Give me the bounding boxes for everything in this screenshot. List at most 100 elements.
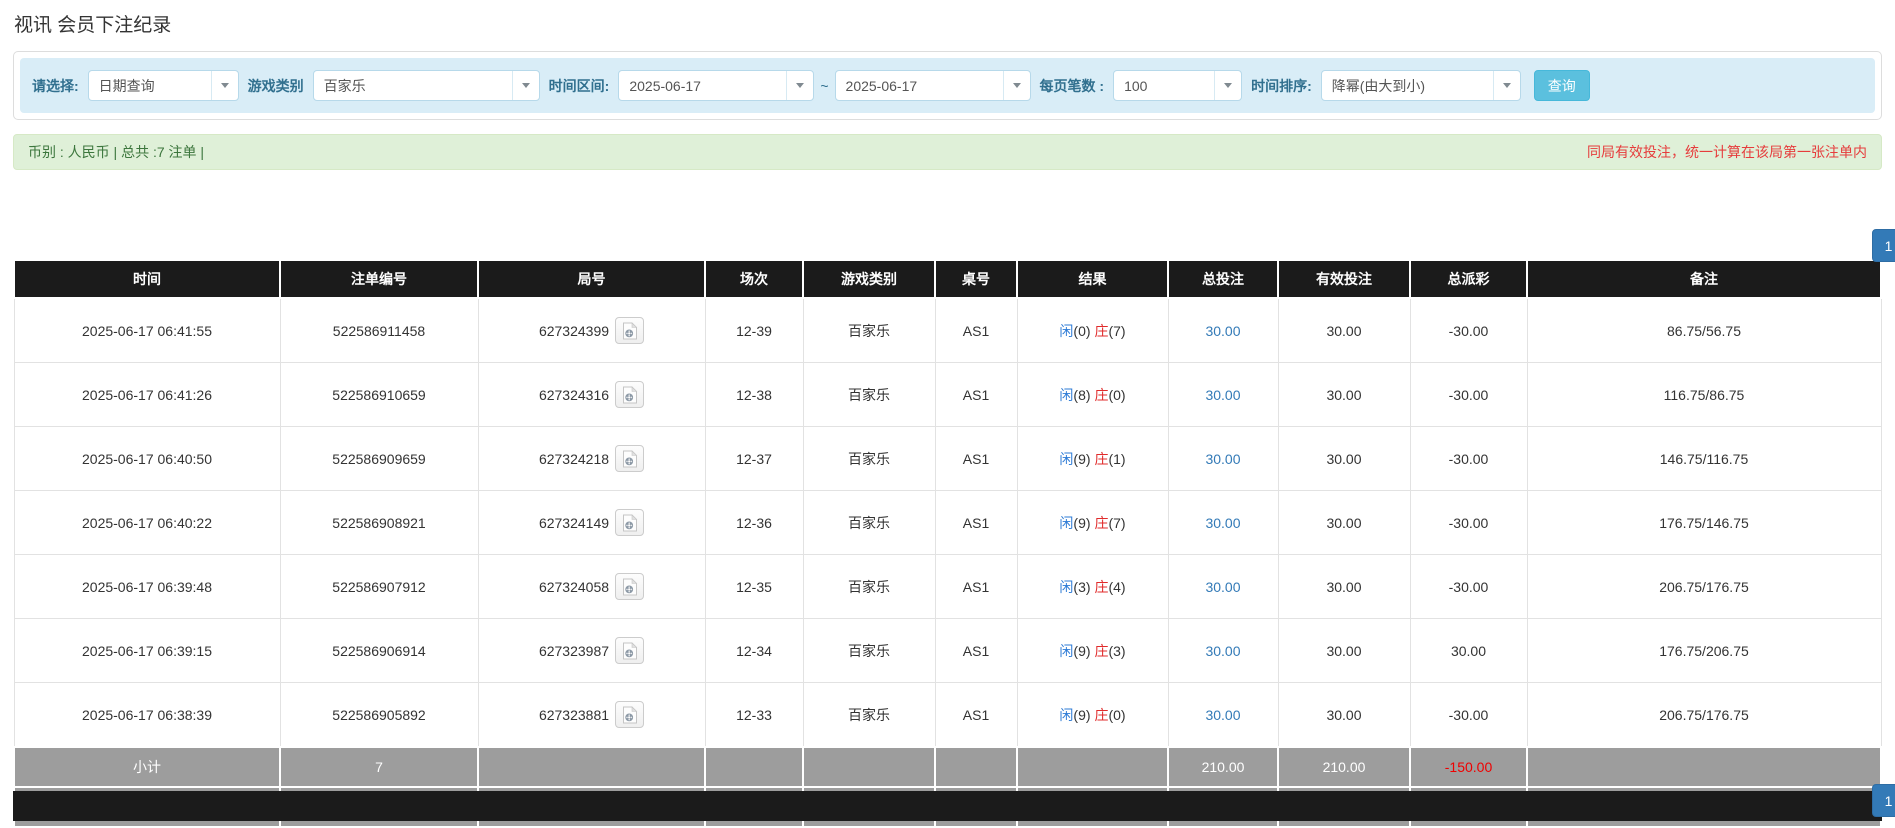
cell-total-bet: 30.00 (1167, 618, 1279, 683)
col-header-round-id: 局号 (477, 259, 706, 299)
video-file-icon (622, 577, 637, 595)
cell-session: 12-36 (704, 490, 804, 555)
total-bet-link[interactable]: 30.00 (1205, 643, 1240, 659)
cell-payout: -30.00 (1409, 297, 1528, 363)
cell-remark: 176.75/146.75 (1526, 490, 1882, 555)
date-range-label: 时间区间: (548, 77, 610, 94)
next-table-header-clipped (13, 791, 1882, 821)
total-bet-link[interactable]: 30.00 (1205, 451, 1240, 467)
result-banker-score: (7) (1108, 514, 1126, 531)
sort-order-label: 时间排序: (1251, 77, 1312, 94)
video-replay-button[interactable] (615, 445, 645, 472)
cell-game-type: 百家乐 (802, 297, 936, 363)
cell-total-bet: 30.00 (1167, 297, 1279, 363)
col-header-remark: 备注 (1526, 259, 1882, 299)
cell-bet-id: 522586909659 (279, 426, 479, 491)
cell-payout: -30.00 (1409, 362, 1528, 427)
subtotal-valid-bet: 210.00 (1277, 746, 1411, 788)
chevron-down-icon (1492, 71, 1520, 100)
cell-game-type: 百家乐 (802, 554, 936, 619)
cell-time: 2025-06-17 06:41:26 (13, 362, 281, 427)
cell-table-no: AS1 (934, 297, 1018, 363)
bet-records-table: 时间 注单编号 局号 场次 游戏类别 桌号 结果 总投注 有效投注 总派彩 备注… (13, 259, 1882, 828)
search-button[interactable]: 查询 (1533, 70, 1590, 101)
cell-remark: 116.75/86.75 (1526, 362, 1882, 427)
cell-table-no: AS1 (934, 362, 1018, 427)
result-banker-score: (1) (1108, 450, 1126, 467)
cell-remark: 206.75/176.75 (1526, 682, 1882, 748)
cell-payout: -30.00 (1409, 682, 1528, 748)
cell-round-id: 627324058 (477, 554, 706, 619)
subtotal-count: 7 (279, 746, 479, 788)
date-from-select[interactable]: 2025-06-17 (618, 70, 815, 101)
subtotal-total-bet: 210.00 (1167, 746, 1279, 788)
game-type-label: 游戏类别 (247, 77, 304, 94)
video-replay-button[interactable] (615, 381, 645, 408)
page-size-select[interactable]: 100 (1113, 70, 1243, 101)
table-row: 2025-06-17 06:38:39 522586905892 6273238… (13, 682, 1882, 748)
video-file-icon (622, 513, 637, 531)
subtotal-payout: -150.00 (1409, 746, 1528, 788)
cell-table-no: AS1 (934, 682, 1018, 748)
page-1-button-top[interactable]: 1 (1872, 229, 1895, 262)
round-id-text: 627324149 (538, 514, 610, 531)
query-type-value: 日期查询 (98, 77, 155, 94)
result-player-score: (9) (1073, 642, 1091, 659)
round-id-text: 627324316 (538, 386, 610, 403)
chevron-down-icon (1002, 71, 1030, 100)
result-banker-score: (7) (1108, 322, 1126, 339)
result-banker-label: 庄 (1094, 450, 1109, 467)
game-type-value: 百家乐 (323, 77, 366, 94)
total-bet-link[interactable]: 30.00 (1205, 707, 1240, 723)
video-replay-button[interactable] (615, 509, 645, 536)
cell-bet-id: 522586907912 (279, 554, 479, 619)
game-type-select[interactable]: 百家乐 (312, 70, 540, 101)
video-replay-button[interactable] (615, 637, 645, 664)
page-size-label: 每页笔数 : (1039, 77, 1105, 94)
video-replay-button[interactable] (615, 701, 645, 728)
sort-order-select[interactable]: 降幂(由大到小) (1320, 70, 1521, 101)
result-banker-score: (0) (1108, 386, 1126, 403)
col-header-bet-id: 注单编号 (279, 259, 479, 299)
result-player-label: 闲 (1059, 706, 1074, 723)
cell-round-id: 627324149 (477, 490, 706, 555)
video-replay-button[interactable] (615, 573, 645, 600)
col-header-session: 场次 (704, 259, 804, 299)
date-to-select[interactable]: 2025-06-17 (834, 70, 1031, 101)
cell-result: 闲(3) 庄(4) (1016, 554, 1169, 619)
result-banker-score: (3) (1108, 642, 1126, 659)
result-banker-label: 庄 (1094, 322, 1109, 339)
table-row: 2025-06-17 06:39:15 522586906914 6273239… (13, 618, 1882, 683)
table-row: 2025-06-17 06:40:50 522586909659 6273242… (13, 426, 1882, 491)
total-bet-link[interactable]: 30.00 (1205, 323, 1240, 339)
chevron-down-icon (786, 71, 813, 100)
video-replay-button[interactable] (615, 317, 645, 344)
table-row: 2025-06-17 06:41:55 522586911458 6273243… (13, 297, 1882, 363)
subtotal-row: 小计 7 210.00 210.00 -150.00 (13, 746, 1882, 788)
cell-total-bet: 30.00 (1167, 362, 1279, 427)
cell-time: 2025-06-17 06:41:55 (13, 297, 281, 363)
chevron-down-icon (210, 71, 238, 100)
same-round-notice: 同局有效投注，统一计算在该局第一张注单内 (1587, 144, 1867, 160)
result-player-label: 闲 (1059, 322, 1074, 339)
cell-remark: 146.75/116.75 (1526, 426, 1882, 491)
col-header-time: 时间 (13, 259, 281, 299)
page-1-button-bottom[interactable]: 1 (1872, 784, 1895, 817)
query-type-select[interactable]: 日期查询 (87, 70, 239, 101)
chevron-down-icon (511, 71, 539, 100)
cell-table-no: AS1 (934, 554, 1018, 619)
cell-remark: 86.75/56.75 (1526, 297, 1882, 363)
cell-time: 2025-06-17 06:39:48 (13, 554, 281, 619)
date-to-value: 2025-06-17 (845, 77, 918, 94)
cell-bet-id: 522586908921 (279, 490, 479, 555)
cell-game-type: 百家乐 (802, 618, 936, 683)
total-bet-link[interactable]: 30.00 (1205, 579, 1240, 595)
table-body: 2025-06-17 06:41:55 522586911458 6273243… (13, 297, 1882, 748)
total-bet-link[interactable]: 30.00 (1205, 387, 1240, 403)
cell-round-id: 627323881 (477, 682, 706, 748)
total-bet-link[interactable]: 30.00 (1205, 515, 1240, 531)
cell-game-type: 百家乐 (802, 426, 936, 491)
video-file-icon (622, 449, 637, 467)
cell-table-no: AS1 (934, 426, 1018, 491)
round-id-text: 627323881 (538, 706, 610, 723)
